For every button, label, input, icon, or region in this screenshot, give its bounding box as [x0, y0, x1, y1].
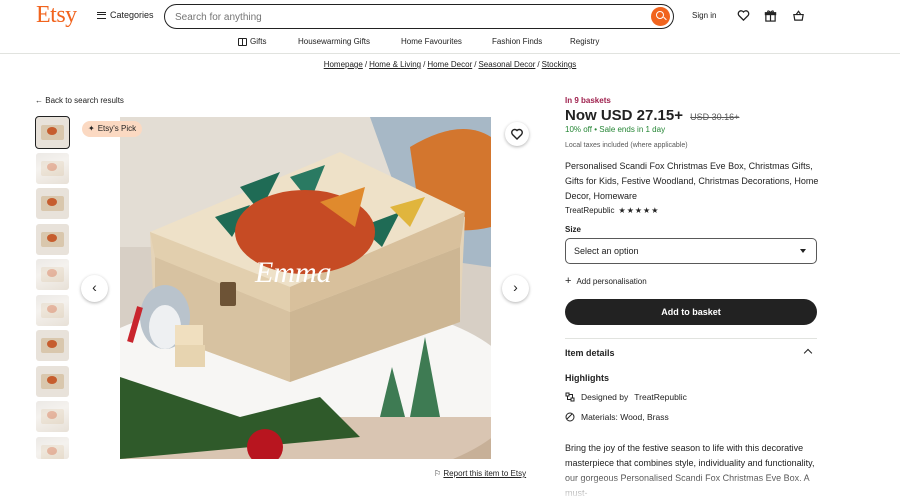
search-bar	[164, 4, 674, 29]
previous-image-button[interactable]: ‹	[81, 275, 108, 302]
add-personalisation-button[interactable]: + Add personalisation	[565, 275, 647, 287]
back-to-search-link[interactable]: ← Back to search results	[35, 96, 124, 105]
item-details-toggle[interactable]: Item details	[565, 348, 615, 358]
breadcrumb-link[interactable]: Homepage	[324, 60, 363, 69]
thumbnail[interactable]	[36, 188, 69, 219]
nav-label: Gifts	[250, 37, 267, 46]
search-icon[interactable]	[651, 7, 670, 26]
breadcrumb-link[interactable]: Seasonal Decor	[478, 60, 535, 69]
nav-item-fashion-finds[interactable]: Fashion Finds	[492, 37, 542, 46]
nav-item-housewarming[interactable]: Housewarming Gifts	[298, 37, 370, 46]
designed-by-row: Designed by TreatRepublic	[565, 392, 687, 402]
breadcrumb-link[interactable]: Stockings	[542, 60, 577, 69]
rating-stars: ★★★★★	[618, 206, 660, 215]
badge-label: Etsy's Pick	[97, 124, 137, 133]
divider	[565, 338, 817, 339]
materials-text: Materials: Wood, Brass	[581, 412, 669, 422]
thumbnail[interactable]	[36, 366, 69, 397]
thumbnail[interactable]	[36, 259, 69, 290]
search-input[interactable]	[175, 10, 635, 24]
etsy-logo[interactable]: Etsy	[36, 2, 77, 29]
sale-ends: Sale ends in 1 day	[599, 125, 666, 134]
arrow-left-icon: ←	[35, 96, 43, 105]
chevron-left-icon: ‹	[92, 279, 97, 295]
product-image[interactable]: Emma	[120, 117, 491, 459]
chevron-right-icon: ›	[513, 279, 518, 295]
design-icon	[565, 392, 575, 402]
discount-percent: 10% off	[565, 125, 592, 134]
shop-name-link[interactable]: TreatRepublic	[565, 206, 615, 215]
nav-item-home-favourites[interactable]: Home Favourites	[401, 37, 462, 46]
add-personalisation-label: Add personalisation	[576, 276, 647, 286]
breadcrumb-link[interactable]: Home & Living	[369, 60, 421, 69]
listing-title: Personalised Scandi Fox Christmas Eve Bo…	[565, 161, 819, 201]
price-original: USD 30.16+	[690, 112, 740, 122]
gift-icon	[238, 37, 247, 46]
thumbnail[interactable]	[36, 224, 69, 255]
plus-icon: +	[565, 275, 572, 287]
report-item-link[interactable]: ⚐ Report this item to Etsy	[434, 469, 526, 478]
heart-icon[interactable]	[737, 9, 750, 22]
size-label: Size	[565, 225, 582, 234]
basket-icon[interactable]	[792, 9, 805, 22]
thumbnail[interactable]	[36, 401, 69, 432]
header: Etsy Categories Sign in	[0, 0, 900, 32]
thumbnail[interactable]	[36, 437, 69, 459]
flag-icon: ⚐	[434, 469, 442, 478]
menu-icon	[97, 11, 106, 19]
nav-item-registry[interactable]: Registry	[570, 37, 599, 46]
favourite-button[interactable]	[505, 122, 529, 146]
highlights-heading: Highlights	[565, 373, 609, 383]
thumbnail[interactable]	[36, 153, 69, 184]
back-label: Back to search results	[45, 96, 124, 105]
nav-item-gifts[interactable]: Gifts	[238, 37, 266, 46]
materials-icon	[565, 412, 575, 422]
categories-button[interactable]: Categories	[97, 10, 154, 20]
heart-icon	[511, 128, 523, 140]
price-now: Now USD 27.15+	[565, 107, 683, 124]
basket-count: In 9 baskets	[565, 96, 611, 105]
categories-label: Categories	[110, 10, 154, 20]
box-name-text: Emma	[254, 256, 332, 289]
taxes-note: Local taxes included (where applicable)	[565, 142, 688, 149]
category-nav: Gifts Housewarming Gifts Home Favourites…	[0, 32, 900, 54]
materials-row: Materials: Wood, Brass	[565, 412, 669, 422]
breadcrumb: Homepage / Home & Living / Home Decor / Season…	[323, 60, 577, 69]
breadcrumb-link[interactable]: Home Decor	[427, 60, 472, 69]
caret-down-icon	[800, 249, 806, 253]
chevron-up-icon[interactable]	[803, 348, 813, 358]
sparkle-icon: ✦	[88, 124, 95, 133]
size-select-value: Select an option	[574, 246, 639, 256]
thumbnail[interactable]	[35, 116, 70, 149]
designed-by-label: Designed by	[581, 392, 629, 402]
christmas-box-photo: Emma	[120, 117, 491, 459]
add-to-basket-button[interactable]: Add to basket	[565, 299, 817, 325]
signin-link[interactable]: Sign in	[692, 11, 716, 20]
etsys-pick-badge: ✦ Etsy's Pick	[82, 121, 143, 137]
designed-by-shop-link[interactable]: TreatRepublic	[634, 392, 687, 402]
discount-info: 10% off • Sale ends in 1 day	[565, 125, 666, 134]
thumbnail[interactable]	[36, 330, 69, 361]
thumbnail[interactable]	[36, 295, 69, 326]
next-image-button[interactable]: ›	[502, 275, 529, 302]
description-fade	[565, 470, 825, 500]
gift-icon[interactable]	[764, 9, 777, 22]
size-select[interactable]: Select an option	[565, 238, 817, 264]
price: Now USD 27.15+ USD 30.16+	[565, 107, 739, 124]
report-label: Report this item to Etsy	[443, 469, 527, 478]
shop-info: TreatRepublic ★★★★★	[565, 206, 659, 215]
